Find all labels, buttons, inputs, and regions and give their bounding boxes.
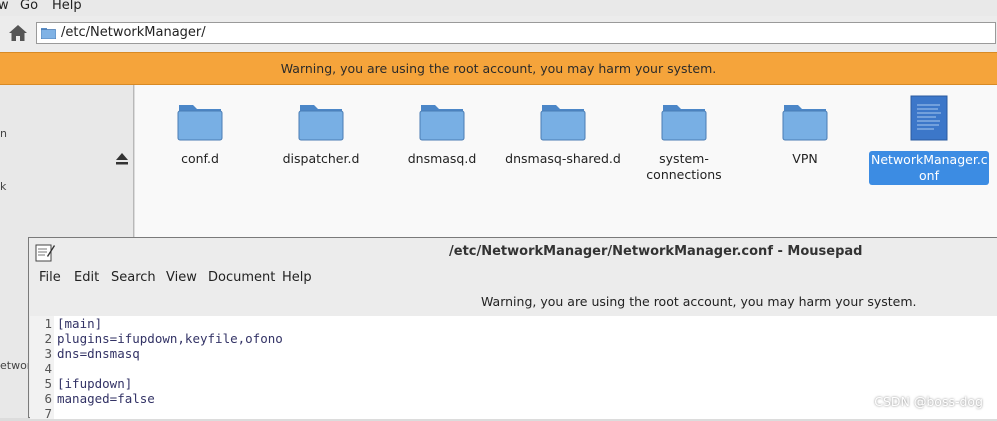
folder-label: conf.d [181, 151, 219, 166]
location-path: /etc/NetworkManager/ [61, 25, 206, 40]
home-icon[interactable] [8, 23, 28, 43]
root-warning-text: Warning, you are using the root account,… [481, 294, 917, 309]
line-number: 6 [44, 391, 52, 406]
menu-go[interactable]: Go [20, 0, 38, 13]
mousepad-titlebar[interactable]: /etc/NetworkManager/NetworkManager.conf … [29, 238, 997, 266]
sidebar-partial-label[interactable]: k [0, 180, 6, 193]
folder-label: dispatcher.d [282, 151, 360, 166]
text-editor[interactable]: 1 2 3 4 5 6 7 [main] plugins=ifupdown,ke… [30, 316, 997, 421]
folder-item[interactable]: dnsmasq.d [382, 101, 502, 167]
file-icon-view: conf.d dispatcher.d dnsmasq.d dnsmasq-sh… [135, 85, 997, 245]
folder-icon [782, 105, 828, 141]
menu-help[interactable]: Help [282, 270, 312, 285]
menu-document[interactable]: Document [208, 270, 275, 285]
menu-edit[interactable]: Edit [74, 270, 99, 285]
menu-file[interactable]: File [39, 270, 61, 285]
folder-icon [419, 105, 465, 141]
menu-view[interactable]: w [0, 0, 9, 13]
text-file-icon [910, 95, 948, 141]
code-line: plugins=ifupdown,keyfile,ofono [57, 331, 283, 346]
mousepad-menubar: File Edit Search View Document Help [29, 266, 997, 290]
folder-item[interactable]: VPN [745, 101, 865, 167]
code-line: dns=dnsmasq [57, 346, 140, 361]
folder-label: system-connections [646, 151, 722, 182]
file-label: NetworkManager.c onf [869, 151, 989, 185]
line-number: 1 [44, 316, 52, 331]
eject-icon[interactable] [115, 152, 129, 166]
line-number: 4 [44, 361, 52, 376]
code-line: [ifupdown] [57, 376, 133, 391]
folder-icon [41, 28, 56, 39]
folder-icon [661, 105, 707, 141]
location-bar[interactable]: /etc/NetworkManager/ [36, 22, 996, 44]
folder-item[interactable]: conf.d [140, 101, 260, 167]
folder-item[interactable]: system-connections [624, 101, 744, 183]
folder-icon [177, 105, 223, 141]
folder-item[interactable]: dispatcher.d [261, 101, 381, 167]
root-warning-text: Warning, you are using the root account,… [280, 61, 717, 76]
menu-search[interactable]: Search [111, 270, 156, 285]
code-line: [main] [57, 316, 103, 331]
line-number-gutter: 1 2 3 4 5 6 7 [30, 316, 54, 421]
folder-label: dnsmasq.d [407, 151, 477, 166]
folder-label: dnsmasq-shared.d [505, 151, 621, 166]
mousepad-warning-bar: Warning, you are using the root account,… [29, 290, 997, 316]
file-manager-menubar: w Go Help [0, 0, 997, 16]
line-number: 5 [44, 376, 52, 391]
window-title: /etc/NetworkManager/NetworkManager.conf … [449, 244, 863, 259]
line-number: 2 [44, 331, 52, 346]
mousepad-window: /etc/NetworkManager/NetworkManager.conf … [28, 237, 997, 421]
sidebar-partial-label[interactable]: n [0, 127, 7, 140]
folder-item[interactable]: dnsmasq-shared.d [503, 101, 623, 167]
menu-help[interactable]: Help [52, 0, 82, 13]
file-item-selected[interactable]: NetworkManager.c onf [869, 95, 989, 185]
line-number: 7 [44, 406, 52, 421]
folder-icon [298, 105, 344, 141]
menu-view[interactable]: View [166, 270, 197, 285]
folder-label: VPN [792, 151, 818, 166]
line-number: 3 [44, 346, 52, 361]
root-warning-bar: Warning, you are using the root account,… [0, 52, 997, 85]
watermark: CSDN @boss-dog [874, 394, 983, 409]
folder-icon [540, 105, 586, 141]
code-line: managed=false [57, 391, 155, 406]
mousepad-app-icon [35, 244, 55, 262]
